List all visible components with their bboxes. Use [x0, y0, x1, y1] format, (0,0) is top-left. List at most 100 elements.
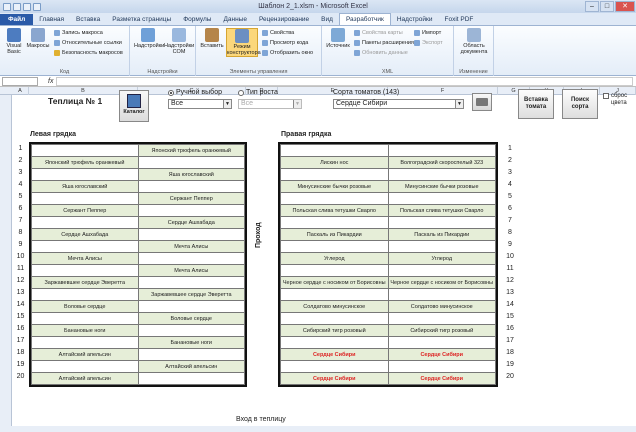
bed-cell[interactable]: Яша югославский: [31, 180, 139, 193]
radio-manual-select[interactable]: Ручной выбор: [168, 89, 222, 96]
filter-combo-1[interactable]: Все ▼: [168, 99, 232, 109]
bed-cell[interactable]: [280, 312, 389, 325]
bed-cell[interactable]: [387, 288, 496, 301]
design-mode-button[interactable]: Режим конструктора: [226, 28, 261, 57]
bed-cell[interactable]: Солдатово минусинское: [280, 300, 389, 313]
close-button[interactable]: ✕: [615, 1, 635, 12]
bed-cell[interactable]: Японский трюфель оранжевый: [137, 144, 245, 157]
bed-cell[interactable]: Минусинские бычки розовые: [280, 180, 389, 193]
column-header[interactable]: A: [12, 87, 29, 95]
bed-cell[interactable]: Алтайский апельсин: [31, 372, 139, 385]
bed-cell[interactable]: Банановые ноги: [31, 324, 139, 337]
bed-cell[interactable]: Воловье сердце: [137, 312, 245, 325]
bed-cell[interactable]: Мечта Алисы: [137, 240, 245, 253]
bed-cell[interactable]: Минусинские бычки розовые: [387, 180, 496, 193]
bed-cell[interactable]: Яша югославский: [137, 168, 245, 181]
view-code-button[interactable]: Просмотр кода: [262, 40, 308, 46]
bed-cell[interactable]: [137, 204, 245, 217]
bed-cell[interactable]: [137, 300, 245, 313]
bed-cell[interactable]: Воловье сердце: [31, 300, 139, 313]
reset-color-checkbox[interactable]: сброс цвета: [603, 93, 636, 107]
tab-insert[interactable]: Вставка: [70, 14, 106, 25]
fx-icon[interactable]: fx: [48, 78, 53, 85]
bed-cell[interactable]: [387, 216, 496, 229]
tab-home[interactable]: Главная: [33, 14, 70, 25]
tab-review[interactable]: Рецензирование: [253, 14, 315, 25]
bed-cell[interactable]: Банановые ноги: [137, 336, 245, 349]
bed-cell[interactable]: [31, 288, 139, 301]
radio-growth-type[interactable]: Тип роста: [238, 89, 278, 96]
undo-icon[interactable]: [23, 2, 31, 11]
macros-button[interactable]: Макросы: [26, 28, 50, 49]
bed-cell[interactable]: [31, 168, 139, 181]
bed-cell[interactable]: [280, 360, 389, 373]
bed-cell[interactable]: [387, 360, 496, 373]
catalog-button[interactable]: Каталог: [119, 90, 149, 122]
bed-cell[interactable]: Солдатово минусинское: [387, 300, 496, 313]
bed-cell[interactable]: [387, 264, 496, 277]
bed-cell[interactable]: [280, 216, 389, 229]
formula-input[interactable]: [56, 76, 633, 86]
import-button[interactable]: Импорт: [414, 30, 441, 36]
bed-cell[interactable]: Заржавевшее сердце Эверетта: [31, 276, 139, 289]
insert-control-button[interactable]: Вставить: [200, 28, 224, 49]
bed-cell[interactable]: Углерод: [280, 252, 389, 265]
bed-cell[interactable]: Паскаль из Пикардии: [280, 228, 389, 241]
bed-cell[interactable]: [280, 288, 389, 301]
bed-cell[interactable]: [387, 336, 496, 349]
bed-cell[interactable]: [387, 144, 496, 157]
search-variety-button[interactable]: Поиск сорта: [562, 89, 598, 119]
bed-cell[interactable]: Сердце Ашхабада: [31, 228, 139, 241]
bed-cell[interactable]: Углерод: [387, 252, 496, 265]
export-button[interactable]: Экспорт: [414, 40, 443, 46]
bed-cell[interactable]: [31, 264, 139, 277]
tab-foxit-pdf[interactable]: Foxit PDF: [439, 14, 480, 25]
bed-cell[interactable]: [280, 168, 389, 181]
bed-cell[interactable]: Сержант Пеппер: [137, 192, 245, 205]
bed-cell[interactable]: Мечта Алисы: [31, 252, 139, 265]
tab-data[interactable]: Данные: [217, 14, 252, 25]
bed-cell[interactable]: [137, 276, 245, 289]
visual-basic-button[interactable]: Visual Basic: [2, 28, 26, 55]
bed-cell[interactable]: Сердце Сибири: [280, 372, 389, 385]
bed-cell[interactable]: Японский трюфель оранжевый: [31, 156, 139, 169]
properties-button[interactable]: Свойства: [262, 30, 294, 36]
bed-cell[interactable]: [137, 372, 245, 385]
run-dialog-button[interactable]: Отобразить окно: [262, 50, 313, 56]
bed-cell[interactable]: [137, 324, 245, 337]
bed-cell[interactable]: Польская слива тетушки Сварло: [387, 204, 496, 217]
bed-cell[interactable]: [387, 168, 496, 181]
save-icon[interactable]: [13, 2, 21, 11]
bed-cell[interactable]: Лискин нос: [280, 156, 389, 169]
tab-developer[interactable]: Разработчик: [338, 13, 391, 25]
expansion-packs-button[interactable]: Пакеты расширения: [354, 40, 414, 46]
tomato-variety-combo[interactable]: Сердце Сибири ▼: [333, 99, 464, 109]
bed-cell[interactable]: Польская слива тетушки Сварло: [280, 204, 389, 217]
bed-cell[interactable]: [31, 216, 139, 229]
bed-cell[interactable]: [31, 240, 139, 253]
maximize-button[interactable]: □: [600, 1, 614, 12]
bed-cell[interactable]: [31, 192, 139, 205]
redo-icon[interactable]: [33, 2, 41, 11]
bed-cell[interactable]: [387, 192, 496, 205]
bed-cell[interactable]: [137, 156, 245, 169]
bed-cell[interactable]: [280, 144, 389, 157]
bed-cell[interactable]: [387, 312, 496, 325]
relative-references-button[interactable]: Относительные ссылки: [54, 40, 122, 46]
bed-cell[interactable]: Сибирский тигр розовый: [280, 324, 389, 337]
bed-cell[interactable]: Сердце Сибири: [280, 348, 389, 361]
bed-cell[interactable]: [137, 348, 245, 361]
tab-formulas[interactable]: Формулы: [177, 14, 217, 25]
refresh-data-button[interactable]: Обновить данные: [354, 50, 408, 56]
photo-button[interactable]: [472, 93, 492, 111]
excel-icon[interactable]: [3, 2, 11, 11]
bed-cell[interactable]: Черное сердце с носиком от Борисовны: [387, 276, 496, 289]
bed-cell[interactable]: Заржавевшее сердце Эверетта: [137, 288, 245, 301]
bed-cell[interactable]: [137, 252, 245, 265]
bed-cell[interactable]: [280, 264, 389, 277]
filter-combo-2[interactable]: Все ▼: [238, 99, 302, 109]
bed-cell[interactable]: [31, 360, 139, 373]
tab-addins[interactable]: Надстройки: [391, 14, 439, 25]
bed-cell[interactable]: Сержант Пеппер: [31, 204, 139, 217]
bed-cell[interactable]: [280, 240, 389, 253]
